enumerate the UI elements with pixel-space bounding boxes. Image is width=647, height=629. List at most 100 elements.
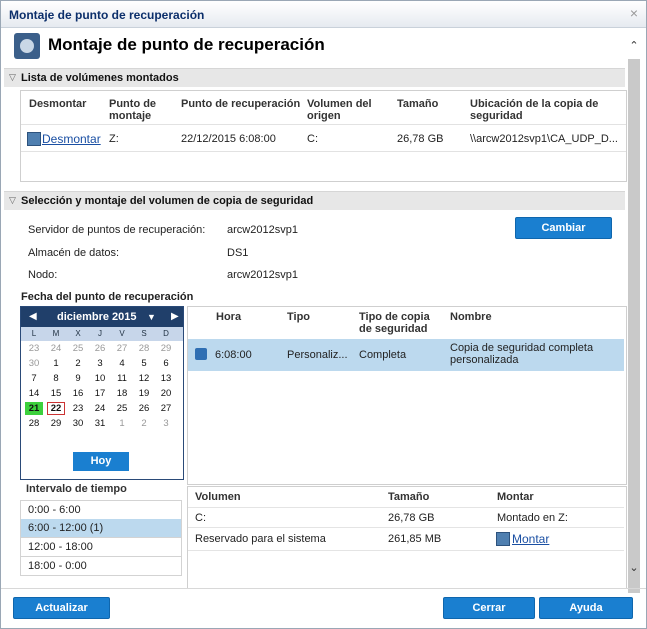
unmount-icon[interactable]	[27, 132, 41, 146]
calendar-day[interactable]: 16	[69, 387, 87, 400]
mount-icon[interactable]	[496, 532, 510, 546]
mount-link[interactable]: Montar	[512, 532, 549, 546]
mounted-section-label: Lista de volúmenes montados	[21, 72, 179, 84]
col-recovery-point: Punto de recuperación	[181, 98, 301, 110]
calendar-day[interactable]: 5	[135, 357, 153, 370]
col-backup-location: Ubicación de la copia de seguridad	[470, 98, 599, 122]
calendar-day[interactable]: 29	[157, 342, 175, 355]
unmount-link[interactable]: Desmontar	[42, 132, 101, 146]
calendar-day[interactable]: 31	[91, 417, 109, 430]
calendar-day[interactable]: 24	[47, 342, 65, 355]
calendar-day[interactable]: 13	[157, 372, 175, 385]
node-label: Nodo:	[28, 269, 58, 281]
scroll-up-icon[interactable]: ⌃	[628, 39, 640, 55]
calendar-day[interactable]: 3	[157, 417, 175, 430]
calendar-day[interactable]: 1	[47, 357, 65, 370]
interval-item[interactable]: 0:00 - 6:00	[20, 500, 182, 520]
calendar-week: 21 22 23 24 25 26 27	[21, 401, 183, 416]
calendar-day[interactable]: 21	[25, 402, 43, 415]
calendar-day[interactable]: 7	[25, 372, 43, 385]
calendar-day[interactable]: 28	[135, 342, 153, 355]
volume-size-cell: 261,85 MB	[388, 533, 442, 545]
calendar-day[interactable]: 8	[47, 372, 65, 385]
calendar-week: 28 29 30 31 1 2 3	[21, 416, 183, 431]
calendar-header: ◀ diciembre 2015 ▼ ▶	[21, 307, 183, 327]
calendar-day[interactable]: 22	[47, 402, 65, 415]
type-cell: Personaliz...	[287, 349, 348, 361]
weekday-label: S	[141, 329, 147, 338]
calendar-day[interactable]: 18	[113, 387, 131, 400]
calendar-day[interactable]: 26	[135, 402, 153, 415]
next-month-icon[interactable]: ▶	[171, 311, 179, 322]
col-unmount: Desmontar	[29, 98, 87, 110]
month-dropdown-icon[interactable]: ▼	[147, 312, 156, 322]
time-interval-list: Intervalo de tiempo 0:00 - 6:00 6:00 - 1…	[20, 481, 182, 579]
close-button[interactable]: Cerrar	[443, 597, 535, 619]
location-cell: \\arcw2012svp1\CA_UDP_D...	[470, 133, 618, 145]
col-name: Nombre	[450, 311, 492, 323]
name-cell: Copia de seguridad completa personalizad…	[450, 342, 594, 366]
table-row[interactable]: 6:08:00 Personaliz... Completa Copia de …	[188, 339, 624, 371]
calendar-day[interactable]: 14	[25, 387, 43, 400]
calendar-day[interactable]: 26	[91, 342, 109, 355]
calendar-day[interactable]: 4	[113, 357, 131, 370]
help-button[interactable]: Ayuda	[539, 597, 633, 619]
calendar-day[interactable]: 10	[91, 372, 109, 385]
calendar-day[interactable]: 25	[113, 402, 131, 415]
selection-section-header[interactable]: ▽ Selección y montaje del volumen de cop…	[4, 191, 625, 210]
calendar-day[interactable]: 3	[91, 357, 109, 370]
calendar-day[interactable]: 23	[69, 402, 87, 415]
calendar-day[interactable]: 2	[69, 357, 87, 370]
calendar-day[interactable]: 28	[25, 417, 43, 430]
change-button[interactable]: Cambiar	[515, 217, 612, 239]
server-label: Servidor de puntos de recuperación:	[28, 224, 206, 236]
time-cell: 6:08:00	[215, 349, 252, 361]
footer-divider	[1, 588, 646, 589]
calendar-day[interactable]: 20	[157, 387, 175, 400]
calendar-day[interactable]: 24	[91, 402, 109, 415]
calendar-day[interactable]: 15	[47, 387, 65, 400]
mount-status-cell: Montado en Z:	[497, 512, 568, 524]
interval-item[interactable]: 12:00 - 18:00	[20, 538, 182, 557]
page-title: Montaje de punto de recuperación	[48, 35, 325, 54]
calendar-day[interactable]: 23	[25, 342, 43, 355]
vertical-scrollbar[interactable]: ⌃ ⌄	[627, 39, 641, 593]
calendar-day[interactable]: 12	[135, 372, 153, 385]
calendar-day[interactable]: 30	[69, 417, 87, 430]
interval-item[interactable]: 6:00 - 12:00 (1)	[20, 519, 182, 538]
recovery-point-cell: 22/12/2015 6:08:00	[181, 133, 276, 145]
mounted-section-header[interactable]: ▽ Lista de volúmenes montados	[4, 68, 625, 87]
refresh-button[interactable]: Actualizar	[13, 597, 110, 619]
calendar-day[interactable]: 27	[157, 402, 175, 415]
calendar-day[interactable]: 29	[47, 417, 65, 430]
title-bar: Montaje de punto de recuperación ×	[1, 1, 646, 28]
weekday-row: LMXJVSD	[21, 327, 183, 341]
calendar-day[interactable]: 25	[69, 342, 87, 355]
calendar-day[interactable]: 19	[135, 387, 153, 400]
calendar-day[interactable]: 11	[113, 372, 131, 385]
collapse-icon[interactable]: ▽	[9, 72, 16, 83]
weekday-label: X	[75, 329, 81, 338]
calendar-day[interactable]: 6	[157, 357, 175, 370]
scroll-down-icon[interactable]: ⌄	[628, 561, 640, 577]
table-row: Reservado para el sistema 261,85 MB Mont…	[188, 527, 624, 551]
interval-item-label: 12:00 - 18:00	[28, 541, 93, 553]
recovery-points-table: Hora Tipo Tipo de copia de seguridad Nom…	[187, 306, 627, 485]
calendar-day[interactable]: 2	[135, 417, 153, 430]
calendar-day[interactable]: 9	[69, 372, 87, 385]
col-time: Hora	[216, 311, 242, 323]
interval-item-label: 18:00 - 0:00	[28, 560, 87, 572]
scroll-thumb[interactable]	[628, 59, 640, 593]
calendar-day[interactable]: 27	[113, 342, 131, 355]
calendar-day[interactable]: 1	[113, 417, 131, 430]
close-icon[interactable]: ×	[630, 5, 638, 21]
collapse-icon[interactable]: ▽	[9, 195, 16, 206]
interval-item[interactable]: 18:00 - 0:00	[20, 557, 182, 576]
today-button[interactable]: Hoy	[73, 452, 129, 471]
calendar-month[interactable]: diciembre 2015	[57, 311, 137, 323]
calendar-day[interactable]: 30	[25, 357, 43, 370]
col-backup-type: Tipo de copia de seguridad	[359, 311, 430, 335]
calendar-day[interactable]: 17	[91, 387, 109, 400]
prev-month-icon[interactable]: ◀	[29, 311, 37, 322]
recovery-date-label: Fecha del punto de recuperación	[21, 291, 194, 303]
